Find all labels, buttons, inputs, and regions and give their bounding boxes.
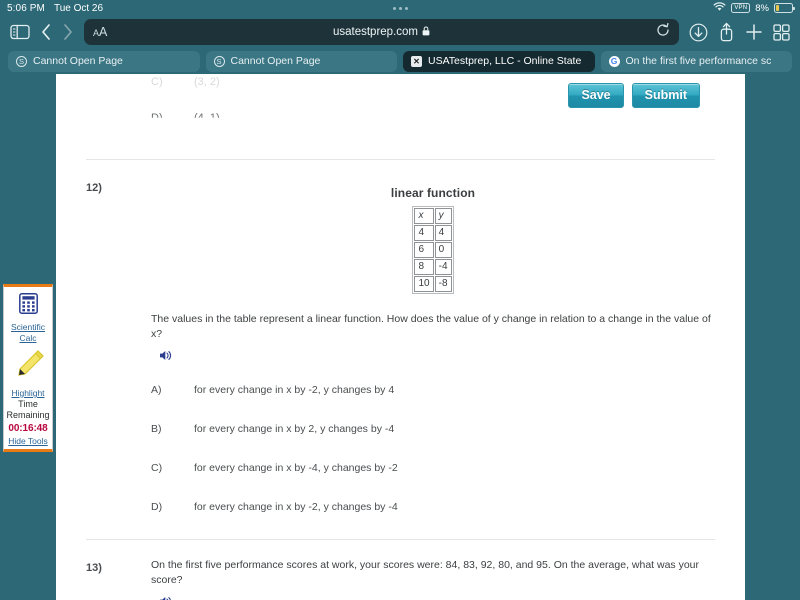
table-header-row: x y xyxy=(414,208,452,224)
ios-status-bar: 5:06 PM Tue Oct 26 VPN 8% xyxy=(0,0,800,16)
status-time: 5:06 PM xyxy=(7,2,45,14)
chevron-left-icon[interactable] xyxy=(40,23,52,41)
vpn-badge: VPN xyxy=(731,3,751,13)
stimulus-title: linear function xyxy=(390,186,476,200)
aa-large: A xyxy=(99,25,108,39)
usatestprep-page: C) (3, 2) D) (4, 1) Save Submit 12) line… xyxy=(56,74,745,600)
browser-viewport: C) (3, 2) D) (4, 1) Save Submit 12) line… xyxy=(0,74,800,600)
wifi-icon xyxy=(713,1,726,15)
question-12-body: linear function x y 4 4 6 0 8 -4 10 -8 T… xyxy=(86,186,715,514)
three-dots-icon xyxy=(392,6,408,10)
status-date: Tue Oct 26 xyxy=(53,2,104,14)
table-cell-y: 4 xyxy=(434,225,452,241)
status-bar-right: VPN 8% xyxy=(713,1,795,15)
choice-text: for every change in x by -2, y changes b… xyxy=(194,384,395,396)
choice-letter: C) xyxy=(151,462,163,474)
time-remaining-label-line2: Remaining xyxy=(6,410,50,420)
clipped-previous-question: C) (3, 2) D) (4, 1) xyxy=(56,74,745,118)
speaker-icon[interactable] xyxy=(159,349,715,367)
choice-letter: C) xyxy=(151,76,163,88)
download-icon[interactable] xyxy=(689,23,708,42)
scientific-calc-label-line2[interactable]: Calc xyxy=(19,333,36,344)
battery-icon xyxy=(774,3,795,13)
lock-icon xyxy=(422,26,430,39)
table-row: 10 -8 xyxy=(414,276,452,292)
browser-tab-0[interactable]: S Cannot Open Page xyxy=(8,50,200,72)
share-icon[interactable] xyxy=(718,22,735,42)
question-number: 12) xyxy=(86,182,102,194)
tab-label: On the first five performance sc xyxy=(625,55,772,67)
tools-panel: Scientific Calc Highlight Time Remaining… xyxy=(3,284,53,452)
browser-tab-3[interactable]: G On the first five performance sc xyxy=(600,50,792,72)
table-cell-x: 4 xyxy=(414,225,434,241)
sidebar-icon[interactable] xyxy=(10,24,30,40)
plus-icon[interactable] xyxy=(745,23,763,41)
table-cell-y: -8 xyxy=(434,276,452,292)
highlighter-icon[interactable] xyxy=(11,349,45,386)
highlight-label[interactable]: Highlight xyxy=(11,388,44,399)
question-13: 13) On the first five performance scores… xyxy=(56,540,745,600)
table-row: 8 -4 xyxy=(414,259,452,275)
question-prompt: The values in the table represent a line… xyxy=(151,313,711,340)
function-table: x y 4 4 6 0 8 -4 10 -8 xyxy=(412,206,454,294)
chevron-right-icon[interactable] xyxy=(62,23,74,41)
url-text: usatestprep.com xyxy=(332,26,418,38)
table-cell-y: -4 xyxy=(434,259,452,275)
time-remaining-value: 00:16:48 xyxy=(8,422,48,434)
table-cell-y: 0 xyxy=(434,242,452,258)
question-12: 12) linear function x y 4 4 6 0 8 -4 10 … xyxy=(56,160,745,514)
choice-text: for every change in x by -4, y changes b… xyxy=(194,462,398,474)
choice-letter: D) xyxy=(151,501,163,513)
question-12-choices: A) for every change in x by -2, y change… xyxy=(151,383,715,514)
tab-bar: S Cannot Open Page S Cannot Open Page ✕ … xyxy=(0,48,800,74)
page-text-size-icon[interactable]: AA xyxy=(93,25,107,39)
choice-a[interactable]: A) for every change in x by -2, y change… xyxy=(151,383,715,397)
choice-d[interactable]: D) for every change in x by -2, y change… xyxy=(151,500,715,514)
close-icon[interactable]: ✕ xyxy=(411,55,422,67)
status-bar-center xyxy=(0,0,800,16)
choice-text: for every change in x by -2, y changes b… xyxy=(194,501,398,513)
question-number: 13) xyxy=(86,562,102,574)
browser-toolbar: AA usatestprep.com xyxy=(0,16,800,48)
table-row: 4 4 xyxy=(414,225,452,241)
choice-b[interactable]: B) for every change in x by 2, y changes… xyxy=(151,422,715,436)
choice-letter: A) xyxy=(151,384,162,396)
url-display: usatestprep.com xyxy=(84,26,679,39)
choice-text: for every change in x by 2, y changes by… xyxy=(194,423,395,435)
choice-c[interactable]: C) for every change in x by -4, y change… xyxy=(151,461,715,475)
table-cell-x: 10 xyxy=(414,276,434,292)
tab-label: Cannot Open Page xyxy=(230,55,321,67)
browser-tab-2-active[interactable]: ✕ USATestprep, LLC - Online State xyxy=(403,50,595,72)
safari-icon: S xyxy=(16,55,27,67)
battery-percent: 8% xyxy=(755,2,769,14)
question-prompt: On the first five performance scores at … xyxy=(151,559,700,586)
tab-label: USATestprep, LLC - Online State xyxy=(428,55,582,67)
clipped-choice-c: C) (3, 2) xyxy=(56,74,745,88)
function-table-wrapper: x y 4 4 6 0 8 -4 10 -8 xyxy=(151,206,715,294)
question-13-body: On the first five performance scores at … xyxy=(86,558,715,600)
table-cell-x: 6 xyxy=(414,242,434,258)
tabs-grid-icon[interactable] xyxy=(773,23,790,41)
table-header-x: x xyxy=(414,208,434,224)
status-bar-left: 5:06 PM Tue Oct 26 xyxy=(7,3,103,14)
choice-text: (3, 2) xyxy=(194,76,220,88)
choice-letter: B) xyxy=(151,423,162,435)
safari-icon: S xyxy=(213,55,225,67)
address-bar[interactable]: AA usatestprep.com xyxy=(84,19,679,45)
table-header-y: y xyxy=(434,208,452,224)
calculator-icon[interactable] xyxy=(18,293,38,319)
speaker-icon[interactable] xyxy=(159,595,715,600)
google-icon: G xyxy=(608,55,620,67)
table-row: 6 0 xyxy=(414,242,452,258)
time-remaining-label-line1: Time xyxy=(18,398,38,409)
browser-tab-1[interactable]: S Cannot Open Page xyxy=(205,50,397,72)
test-action-bar: C) (3, 2) D) (4, 1) Save Submit xyxy=(56,74,745,118)
tab-label: Cannot Open Page xyxy=(33,55,123,67)
scientific-calc-label-line1[interactable]: Scientific xyxy=(11,322,45,333)
reload-icon[interactable] xyxy=(656,22,670,42)
hide-tools-link[interactable]: Hide Tools xyxy=(8,436,48,447)
table-cell-x: 8 xyxy=(414,259,434,275)
